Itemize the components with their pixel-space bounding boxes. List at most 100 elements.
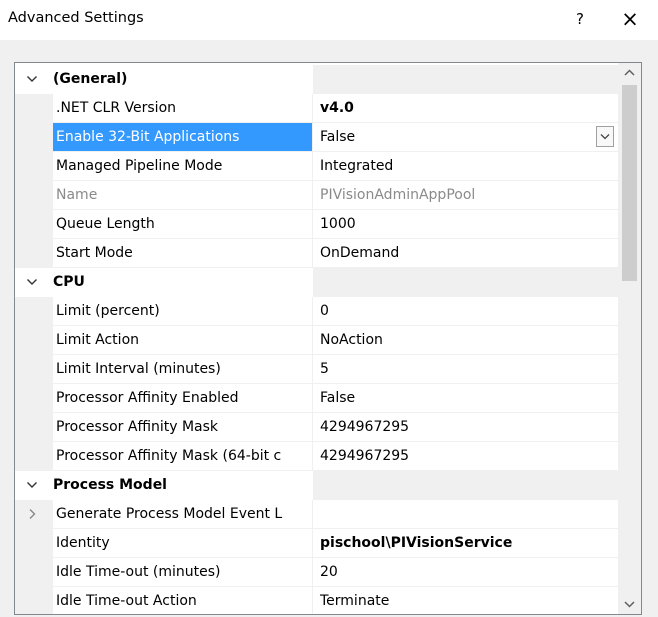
category-name: CPU	[53, 274, 85, 290]
property-row[interactable]: Processor Affinity Mask (64-bit c 4294967…	[15, 442, 618, 471]
chevron-down-icon[interactable]	[25, 275, 39, 289]
category-row[interactable]: Process Model	[15, 471, 618, 500]
category-name: Process Model	[53, 477, 167, 493]
property-name[interactable]: Limit Action	[53, 326, 313, 355]
property-name[interactable]: .NET CLR Version	[53, 94, 313, 123]
property-value-text: 4294967295	[320, 448, 410, 464]
property-value[interactable]: False	[313, 384, 618, 413]
property-value[interactable]: 4294967295	[313, 442, 618, 471]
category-name: (General)	[53, 71, 128, 87]
property-value-text: 4294967295	[320, 419, 410, 435]
property-value[interactable]: 0	[313, 297, 618, 326]
scroll-up-arrow-icon[interactable]	[618, 63, 641, 83]
property-gutter	[15, 297, 53, 326]
property-value[interactable]: 20	[313, 558, 618, 587]
property-name[interactable]: Limit (percent)	[53, 297, 313, 326]
category-row[interactable]: CPU	[15, 268, 618, 297]
property-value[interactable]: Integrated	[313, 152, 618, 181]
property-name[interactable]: Limit Interval (minutes)	[53, 355, 313, 384]
property-row[interactable]: Limit (percent) 0	[15, 297, 618, 326]
property-value-text: v4.0	[320, 100, 354, 116]
property-name[interactable]: Start Mode	[53, 239, 313, 268]
property-gutter	[15, 442, 53, 471]
property-gutter	[15, 384, 53, 413]
property-grid: (General) .NET CLR Version v4.0 Enable 32-B…	[14, 62, 642, 615]
window-title: Advanced Settings	[8, 10, 144, 26]
property-value-text: 0	[320, 303, 329, 319]
property-gutter	[15, 181, 53, 210]
property-name[interactable]: Idle Time-out Action	[53, 587, 313, 614]
property-value-text: Terminate	[320, 593, 390, 609]
chevron-down-icon[interactable]	[25, 478, 39, 492]
category-gutter	[15, 471, 53, 500]
property-name[interactable]: Name	[53, 181, 313, 210]
scrollbar-thumb[interactable]	[622, 85, 637, 281]
property-value[interactable]: OnDemand	[313, 239, 618, 268]
property-gutter	[15, 326, 53, 355]
property-value[interactable]: Terminate	[313, 587, 618, 614]
category-value-fill	[313, 65, 618, 94]
property-value[interactable]: 1000	[313, 210, 618, 239]
property-gutter	[15, 355, 53, 384]
dropdown-button[interactable]	[596, 126, 614, 147]
property-gutter	[15, 500, 53, 529]
property-value[interactable]: 5	[313, 355, 618, 384]
property-row[interactable]: Idle Time-out Action Terminate	[15, 587, 618, 614]
close-button[interactable]: ×	[616, 4, 644, 34]
property-gutter	[15, 558, 53, 587]
property-name[interactable]: Managed Pipeline Mode	[53, 152, 313, 181]
vertical-scrollbar[interactable]	[618, 63, 641, 614]
property-gutter	[15, 123, 53, 152]
property-value[interactable]: v4.0	[313, 94, 618, 123]
property-value-text: pischool\PIVisionService	[320, 535, 513, 551]
property-value-text: PIVisionAdminAppPool	[320, 187, 476, 203]
property-value[interactable]	[313, 500, 618, 529]
property-value-text: 1000	[320, 216, 356, 232]
property-name[interactable]: Processor Affinity Enabled	[53, 384, 313, 413]
chevron-right-icon[interactable]	[25, 507, 39, 521]
property-gutter	[15, 239, 53, 268]
property-row[interactable]: Idle Time-out (minutes) 20	[15, 558, 618, 587]
property-row[interactable]: Processor Affinity Mask 4294967295	[15, 413, 618, 442]
property-row[interactable]: Name PIVisionAdminAppPool	[15, 181, 618, 210]
property-gutter	[15, 152, 53, 181]
property-value[interactable]: 4294967295	[313, 413, 618, 442]
property-value[interactable]: pischool\PIVisionService	[313, 529, 618, 558]
property-row[interactable]: Managed Pipeline Mode Integrated	[15, 152, 618, 181]
property-value[interactable]: NoAction	[313, 326, 618, 355]
property-value-text: 5	[320, 361, 329, 377]
property-value-text: NoAction	[320, 332, 383, 348]
category-row[interactable]: (General)	[15, 65, 618, 94]
property-row[interactable]: .NET CLR Version v4.0	[15, 94, 618, 123]
scroll-down-arrow-icon[interactable]	[618, 594, 641, 614]
property-row[interactable]: Identity pischool\PIVisionService	[15, 529, 618, 558]
property-value-text: Integrated	[320, 158, 394, 174]
help-button[interactable]: ?	[568, 6, 592, 32]
category-value-fill	[313, 471, 618, 500]
property-value-text: False	[320, 129, 356, 145]
property-row[interactable]: Start Mode OnDemand	[15, 239, 618, 268]
property-row[interactable]: Limit Action NoAction	[15, 326, 618, 355]
category-value-fill	[313, 268, 618, 297]
property-value[interactable]: PIVisionAdminAppPool	[313, 181, 618, 210]
property-row[interactable]: Generate Process Model Event L	[15, 500, 618, 529]
property-row[interactable]: Processor Affinity Enabled False	[15, 384, 618, 413]
property-row[interactable]: Limit Interval (minutes) 5	[15, 355, 618, 384]
title-bar: Advanced Settings ? ×	[0, 0, 658, 40]
property-gutter	[15, 94, 53, 123]
chevron-down-icon[interactable]	[25, 72, 39, 86]
property-row[interactable]: Enable 32-Bit Applications False	[15, 123, 618, 152]
property-name[interactable]: Identity	[53, 529, 313, 558]
property-row[interactable]: Queue Length 1000	[15, 210, 618, 239]
property-value-text: OnDemand	[320, 245, 400, 261]
property-gutter	[15, 210, 53, 239]
property-name[interactable]: Processor Affinity Mask (64-bit c	[53, 442, 313, 471]
property-name[interactable]: Enable 32-Bit Applications	[53, 123, 313, 152]
property-name[interactable]: Processor Affinity Mask	[53, 413, 313, 442]
property-name[interactable]: Generate Process Model Event L	[53, 500, 313, 529]
property-value[interactable]: False	[313, 123, 618, 152]
property-name[interactable]: Queue Length	[53, 210, 313, 239]
property-value-text: 20	[320, 564, 338, 580]
property-name[interactable]: Idle Time-out (minutes)	[53, 558, 313, 587]
property-gutter	[15, 413, 53, 442]
